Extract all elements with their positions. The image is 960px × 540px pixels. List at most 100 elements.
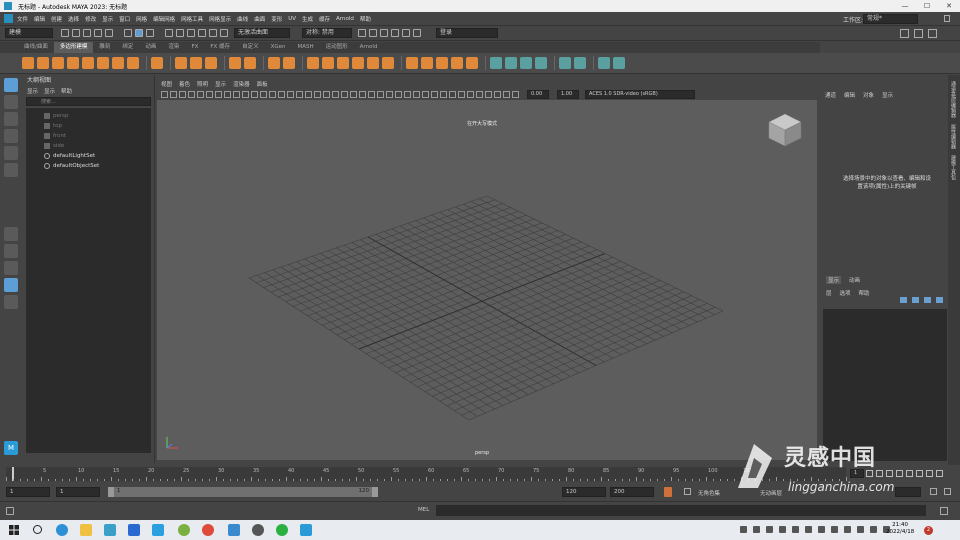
- viewport-tool-icon[interactable]: [233, 91, 240, 98]
- viewport-tool-icon[interactable]: [260, 91, 267, 98]
- color-space-select[interactable]: ACES 1.0 SDR-video (sRGB): [585, 90, 695, 99]
- select-tool-icon[interactable]: [4, 78, 18, 92]
- shelf-tab-12[interactable]: Arnold: [354, 42, 384, 53]
- app-icon-5[interactable]: [228, 524, 240, 536]
- viewport-tool-icon[interactable]: [368, 91, 375, 98]
- anim-end-field[interactable]: 200: [610, 487, 654, 497]
- poly-disc-icon[interactable]: [112, 57, 124, 69]
- viewport-tool-icon[interactable]: [332, 91, 339, 98]
- toggle-attribute-editor-icon[interactable]: [900, 29, 909, 38]
- live-surface-field[interactable]: 无激活曲面: [234, 28, 290, 38]
- viewport-tool-icon[interactable]: [278, 91, 285, 98]
- viewport-menu-2[interactable]: 照明: [197, 80, 208, 88]
- menu-item-14[interactable]: UV: [288, 16, 296, 22]
- outliner-item[interactable]: top: [26, 121, 151, 131]
- auto-key-icon[interactable]: [664, 487, 672, 497]
- sweep-mesh-icon[interactable]: [175, 57, 187, 69]
- ipr-render-icon[interactable]: [380, 29, 388, 37]
- connect-icon[interactable]: [451, 57, 463, 69]
- menu-item-0[interactable]: 文件: [17, 15, 28, 23]
- combine-icon[interactable]: [229, 57, 241, 69]
- shelf-settings-icon[interactable]: [0, 42, 18, 53]
- show-hidden-icons-icon[interactable]: [831, 526, 838, 533]
- viewport-menu-3[interactable]: 显示: [215, 80, 226, 88]
- viewport-menu-5[interactable]: 面板: [257, 80, 268, 88]
- outliner-item[interactable]: persp: [26, 111, 151, 121]
- outliner-menu-show[interactable]: 显示: [44, 87, 55, 95]
- select-hierarchy-icon[interactable]: [124, 29, 132, 37]
- symmetry-select[interactable]: 对称: 禁用: [302, 28, 352, 38]
- construction-history-icon[interactable]: [358, 29, 366, 37]
- snap-curve-icon[interactable]: [176, 29, 184, 37]
- uv-editor-icon[interactable]: [490, 57, 502, 69]
- viewport-tool-icon[interactable]: [449, 91, 456, 98]
- viewport-tool-icon[interactable]: [251, 91, 258, 98]
- snap-grid-icon[interactable]: [165, 29, 173, 37]
- menu-item-16[interactable]: 缓存: [319, 15, 330, 23]
- search-icon[interactable]: [33, 525, 42, 534]
- viewport-tool-icon[interactable]: [161, 91, 168, 98]
- outliner-menu-display[interactable]: 显示: [27, 87, 38, 95]
- viewport-tool-icon[interactable]: [359, 91, 366, 98]
- menu-set-select[interactable]: 建模: [5, 28, 53, 38]
- fill-hole-icon[interactable]: [406, 57, 418, 69]
- redo-icon[interactable]: [105, 29, 113, 37]
- auto-uv-icon[interactable]: [520, 57, 532, 69]
- file-explorer-icon[interactable]: [80, 524, 92, 536]
- anim-prefs-icon[interactable]: [944, 488, 951, 495]
- select-component-icon[interactable]: [146, 29, 154, 37]
- shelf-tab-8[interactable]: 自定义: [236, 42, 265, 53]
- shelf-tab-7[interactable]: FX 缓存: [204, 42, 236, 53]
- viewport-tool-icon[interactable]: [314, 91, 321, 98]
- mirror-icon[interactable]: [307, 57, 319, 69]
- grab-icon[interactable]: [613, 57, 625, 69]
- poly-platonic-icon[interactable]: [127, 57, 139, 69]
- persp-outliner-layout-icon[interactable]: [4, 261, 18, 275]
- shelf-tab-9[interactable]: XGen: [265, 42, 292, 53]
- viewport-tool-icon[interactable]: [296, 91, 303, 98]
- shelf-tab-4[interactable]: 动画: [139, 42, 162, 53]
- shelf-tab-1[interactable]: 多边形建模: [53, 42, 94, 53]
- menu-item-10[interactable]: 网格显示: [209, 15, 231, 23]
- make-live-icon[interactable]: [220, 29, 228, 37]
- poly-plane-icon[interactable]: [97, 57, 109, 69]
- channel-tab-channels[interactable]: 通道: [825, 91, 836, 99]
- workspace-select[interactable]: 常规*: [863, 14, 918, 24]
- viewport-menu-4[interactable]: 渲染器: [233, 80, 250, 88]
- quad-draw-icon[interactable]: [466, 57, 478, 69]
- menu-item-5[interactable]: 显示: [102, 15, 113, 23]
- separate-icon[interactable]: [244, 57, 256, 69]
- anim-start-field[interactable]: 1: [56, 487, 100, 497]
- viewport-tool-icon[interactable]: [179, 91, 186, 98]
- new-scene-icon[interactable]: [61, 29, 69, 37]
- side-tab-attribute-editor[interactable]: 属性编辑器: [950, 124, 957, 149]
- layer-menu-layers[interactable]: 层: [826, 289, 832, 297]
- render-settings-icon[interactable]: [391, 29, 399, 37]
- hypershade-icon[interactable]: [402, 29, 410, 37]
- single-perspective-layout-icon[interactable]: [4, 227, 18, 241]
- notification-badge[interactable]: 2: [924, 526, 933, 535]
- menu-item-6[interactable]: 窗口: [119, 15, 130, 23]
- viewport-menu-1[interactable]: 着色: [179, 80, 190, 88]
- viewport-tool-icon[interactable]: [422, 91, 429, 98]
- menu-item-3[interactable]: 选择: [68, 15, 79, 23]
- menu-item-9[interactable]: 网格工具: [181, 15, 203, 23]
- tray-app-7-icon[interactable]: [818, 526, 825, 533]
- render-frame-icon[interactable]: [369, 29, 377, 37]
- side-tab-channel-box[interactable]: 通道盒/层编辑器: [950, 81, 957, 118]
- layout-icon[interactable]: [574, 57, 586, 69]
- tray-app-5-icon[interactable]: [792, 526, 799, 533]
- viewport-tool-icon[interactable]: [377, 91, 384, 98]
- poly-cone-icon[interactable]: [67, 57, 79, 69]
- viewport-tool-icon[interactable]: [170, 91, 177, 98]
- maya-taskbar-icon[interactable]: [300, 524, 312, 536]
- shelf-tab-11[interactable]: 运动图形: [320, 42, 354, 53]
- command-input[interactable]: [436, 505, 926, 516]
- menu-item-12[interactable]: 曲面: [254, 15, 265, 23]
- view-cube-icon[interactable]: [767, 112, 803, 148]
- sculpt-icon[interactable]: [598, 57, 610, 69]
- viewport-tool-icon[interactable]: [242, 91, 249, 98]
- new-layer-selected-icon[interactable]: [936, 297, 943, 303]
- network-icon-icon[interactable]: [844, 526, 851, 533]
- gamma-field[interactable]: 1.00: [557, 90, 579, 99]
